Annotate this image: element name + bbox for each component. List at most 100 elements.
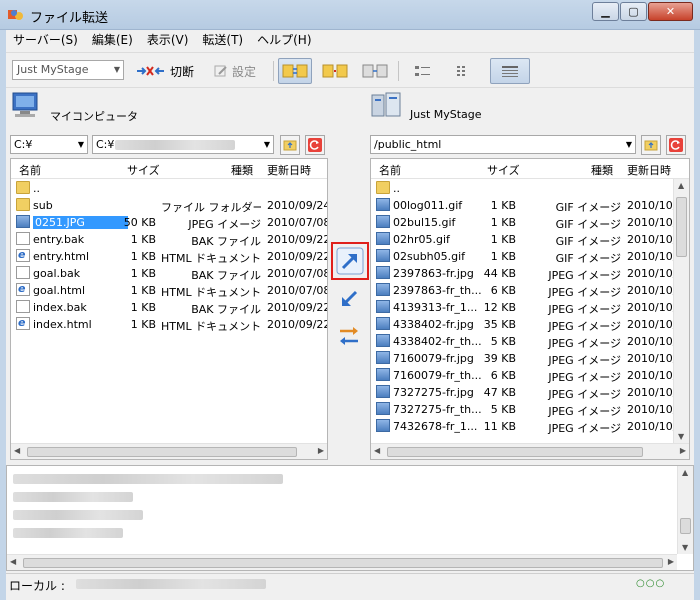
details-view-icon <box>502 66 518 77</box>
file-type: JPEG イメージ <box>548 269 621 282</box>
remote-refresh-button[interactable] <box>666 135 686 155</box>
upload-button[interactable] <box>331 242 369 280</box>
drive-select[interactable]: C:¥ ▼ <box>10 135 88 154</box>
column-name[interactable]: 名前 <box>19 162 41 178</box>
file-date: 2010/10/ <box>627 352 673 365</box>
local-list-header: 名前 サイズ 種類 更新日時 <box>11 159 327 179</box>
compare-button[interactable] <box>318 58 352 84</box>
image-file-icon <box>376 266 390 279</box>
file-type: JPEG イメージ <box>188 218 261 231</box>
file-type: JPEG イメージ <box>548 422 621 435</box>
remote-hscrollbar[interactable]: ◀ ▶ <box>371 443 689 459</box>
site-select[interactable]: Just MyStage ▼ <box>12 60 124 80</box>
file-name: 7160079-fr_th... <box>393 369 482 382</box>
scroll-thumb[interactable] <box>27 447 297 457</box>
transfer-log[interactable]: ▲ ▼ ◀ ▶ <box>6 465 694 571</box>
sync-view-button[interactable] <box>278 58 312 84</box>
file-row[interactable]: 00log011.gif 1 KB GIF イメージ 2010/10/ <box>371 197 689 214</box>
file-row[interactable]: .. <box>11 180 327 197</box>
scroll-thumb[interactable] <box>387 447 643 457</box>
file-row[interactable]: entry.bak 1 KB BAK ファイル 2010/09/22 <box>11 231 327 248</box>
file-row[interactable]: index.html 1 KB HTML ドキュメント 2010/09/22 <box>11 316 327 333</box>
file-size: 1 KB <box>130 301 156 314</box>
download-button[interactable] <box>333 283 365 315</box>
file-name: 7327275-fr_th... <box>393 403 482 416</box>
view-small-icons-button[interactable] <box>406 58 440 84</box>
disconnect-button[interactable]: 切断 <box>136 62 194 80</box>
file-row[interactable]: 7432678-fr_1... 11 KB JPEG イメージ 2010/10/ <box>371 418 689 435</box>
file-date: 2010/09/22 <box>267 318 328 331</box>
column-size[interactable]: サイズ <box>487 162 520 178</box>
local-file-list[interactable]: 名前 サイズ 種類 更新日時 .. sub ファイル フォルダー 2010/09/24… <box>10 158 328 460</box>
file-row[interactable]: 7160079-fr.jpg 39 KB JPEG イメージ 2010/10/ <box>371 350 689 367</box>
menu-server[interactable]: サーバー(S) <box>6 30 85 50</box>
file-row[interactable]: 7327275-fr.jpg 47 KB JPEG イメージ 2010/10/ <box>371 384 689 401</box>
column-size[interactable]: サイズ <box>127 162 160 178</box>
file-row[interactable]: .. <box>371 180 689 197</box>
minimize-button[interactable]: ▁ <box>592 2 619 21</box>
local-refresh-button[interactable] <box>305 135 325 155</box>
sync-transfer-button[interactable] <box>333 320 365 352</box>
remote-path-combo[interactable]: /public_html ▼ <box>370 135 636 154</box>
remote-file-list[interactable]: 名前 サイズ 種類 更新日時 ▲ ▼ .. 00log011.gif 1 KB GIF… <box>370 158 690 460</box>
pencil-icon <box>214 65 227 77</box>
file-date: 2010/07/08 <box>267 267 328 280</box>
file-file-icon <box>16 232 30 245</box>
file-row[interactable]: 02hr05.gif 1 KB GIF イメージ 2010/10/ <box>371 231 689 248</box>
file-name: index.html <box>33 318 92 331</box>
file-row[interactable]: 4338402-fr.jpg 35 KB JPEG イメージ 2010/10/ <box>371 316 689 333</box>
mirror-button[interactable] <box>358 58 392 84</box>
local-path-combo[interactable]: C:¥ ▼ <box>92 135 274 154</box>
settings-button[interactable]: 設定 <box>214 62 256 80</box>
file-name: 02bul15.gif <box>393 216 456 229</box>
scroll-thumb[interactable] <box>680 518 691 534</box>
window-title: ファイル転送 <box>30 11 109 26</box>
sync-icon <box>282 64 308 78</box>
column-modified[interactable]: 更新日時 <box>267 162 311 178</box>
file-size: 1 KB <box>490 216 516 229</box>
file-row[interactable]: 4338402-fr_th... 5 KB JPEG イメージ 2010/10/ <box>371 333 689 350</box>
scroll-thumb[interactable] <box>23 558 663 568</box>
file-row[interactable]: 4139313-fr_1... 12 KB JPEG イメージ 2010/10/ <box>371 299 689 316</box>
menu-transfer[interactable]: 転送(T) <box>195 30 250 50</box>
file-row[interactable]: goal.bak 1 KB BAK ファイル 2010/07/08 <box>11 265 327 282</box>
file-row[interactable]: 2397863-fr_th... 6 KB JPEG イメージ 2010/10/ <box>371 282 689 299</box>
refresh-icon <box>308 138 322 152</box>
view-list-button[interactable] <box>448 58 482 84</box>
close-button[interactable]: ✕ <box>648 2 693 21</box>
column-type[interactable]: 種類 <box>591 162 613 178</box>
file-type: JPEG イメージ <box>548 320 621 333</box>
file-type: GIF イメージ <box>555 218 621 231</box>
menu-help[interactable]: ヘルプ(H) <box>250 30 318 50</box>
column-type[interactable]: 種類 <box>231 162 253 178</box>
refresh-icon <box>669 138 683 152</box>
file-name: 4338402-fr.jpg <box>393 318 474 331</box>
menu-view[interactable]: 表示(V) <box>140 30 196 50</box>
file-size: 50 KB <box>123 216 156 229</box>
local-up-folder-button[interactable] <box>280 135 300 155</box>
file-row[interactable]: index.bak 1 KB BAK ファイル 2010/09/22 <box>11 299 327 316</box>
log-hscrollbar[interactable]: ◀ ▶ <box>7 554 677 570</box>
menu-edit[interactable]: 編集(E) <box>85 30 140 50</box>
file-row[interactable]: entry.html 1 KB HTML ドキュメント 2010/09/22 <box>11 248 327 265</box>
file-row[interactable]: 02bul15.gif 1 KB GIF イメージ 2010/10/ <box>371 214 689 231</box>
column-name[interactable]: 名前 <box>379 162 401 178</box>
file-row[interactable]: 7327275-fr_th... 5 KB JPEG イメージ 2010/10/ <box>371 401 689 418</box>
view-details-button[interactable] <box>490 58 530 84</box>
file-row[interactable]: 02subh05.gif 1 KB GIF イメージ 2010/10/ <box>371 248 689 265</box>
file-row[interactable]: 0251.JPG 50 KB JPEG イメージ 2010/07/08 <box>11 214 327 231</box>
column-modified[interactable]: 更新日時 <box>627 162 671 178</box>
local-hscrollbar[interactable]: ◀ ▶ <box>11 443 327 459</box>
file-type: JPEG イメージ <box>548 371 621 384</box>
log-vscrollbar[interactable]: ▲ ▼ <box>677 466 693 554</box>
file-row[interactable]: sub ファイル フォルダー 2010/09/24 <box>11 197 327 214</box>
file-row[interactable]: 2397863-fr.jpg 44 KB JPEG イメージ 2010/10/ <box>371 265 689 282</box>
file-size: 11 KB <box>483 420 516 433</box>
file-type: BAK ファイル <box>191 303 261 316</box>
scroll-right-icon: ▶ <box>667 557 674 566</box>
image-file-icon <box>376 351 390 364</box>
file-row[interactable]: 7160079-fr_th... 6 KB JPEG イメージ 2010/10/ <box>371 367 689 384</box>
maximize-button[interactable]: ▢ <box>620 2 647 21</box>
file-row[interactable]: goal.html 1 KB HTML ドキュメント 2010/07/08 <box>11 282 327 299</box>
remote-up-folder-button[interactable] <box>641 135 661 155</box>
